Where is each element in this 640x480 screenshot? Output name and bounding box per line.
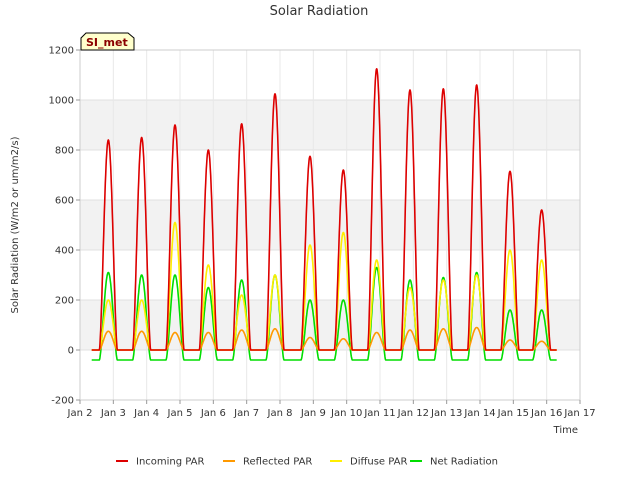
x-tick-label: Jan 6 [200,408,226,419]
site-badge-label: SI_met [86,36,128,49]
x-tick-label: Jan 13 [430,408,462,419]
x-tick-label: Jan 15 [497,408,529,419]
y-tick-label: 0 [68,346,74,357]
x-tick-label: Jan 2 [67,408,93,419]
x-tick-label: Jan 14 [463,408,495,419]
legend-item-reflected-par: Reflected PAR [223,457,312,468]
y-tick-label: 1200 [49,46,74,57]
x-tick-label: Jan 3 [100,408,126,419]
y-tick-label: -200 [51,396,74,407]
x-tick-label: Jan 5 [167,408,193,419]
y-axis-label: Solar Radiation (W/m2 or um/m2/s) [10,136,21,313]
legend: Incoming PAR Reflected PAR Diffuse PAR Net … [116,457,498,468]
x-tick-label: Jan 17 [563,408,595,419]
x-axis-ticks: Jan 2 Jan 3 Jan 4 Jan 5 Jan 6 Jan 7 Jan 8 Jan 9… [67,400,596,419]
y-tick-label: 400 [55,246,74,257]
x-tick-label: Jan 11 [363,408,395,419]
y-axis-ticks: -200 0 200 400 600 800 1000 1200 [49,46,80,407]
x-tick-label: Jan 10 [330,408,362,419]
legend-item-incoming-par: Incoming PAR [116,457,205,468]
plot-band [80,350,580,400]
x-tick-label: Jan 4 [133,408,159,419]
y-tick-label: 800 [55,146,74,157]
x-tick-label: Jan 16 [530,408,562,419]
x-axis-label: Time [553,425,578,436]
legend-label: Incoming PAR [136,457,205,468]
solar-radiation-chart: Solar Radiation -200 0 200 400 600 800 1000 120… [10,4,596,468]
x-tick-label: Jan 7 [233,408,259,419]
site-badge: SI_met [80,32,135,51]
legend-label: Diffuse PAR [350,457,407,468]
y-tick-label: 600 [55,196,74,207]
legend-item-net-radiation: Net Radiation [410,457,498,468]
chart-title: Solar Radiation [270,4,369,19]
plot-band [80,150,580,200]
legend-item-diffuse-par: Diffuse PAR [330,457,407,468]
legend-label: Net Radiation [430,457,498,468]
y-tick-label: 1000 [49,96,74,107]
plot-background [80,50,580,400]
plot-band [80,50,580,100]
legend-label: Reflected PAR [243,457,312,468]
x-tick-label: Jan 9 [300,408,326,419]
x-tick-label: Jan 8 [267,408,293,419]
plot-band [80,100,580,150]
y-tick-label: 200 [55,296,74,307]
x-tick-label: Jan 12 [397,408,429,419]
